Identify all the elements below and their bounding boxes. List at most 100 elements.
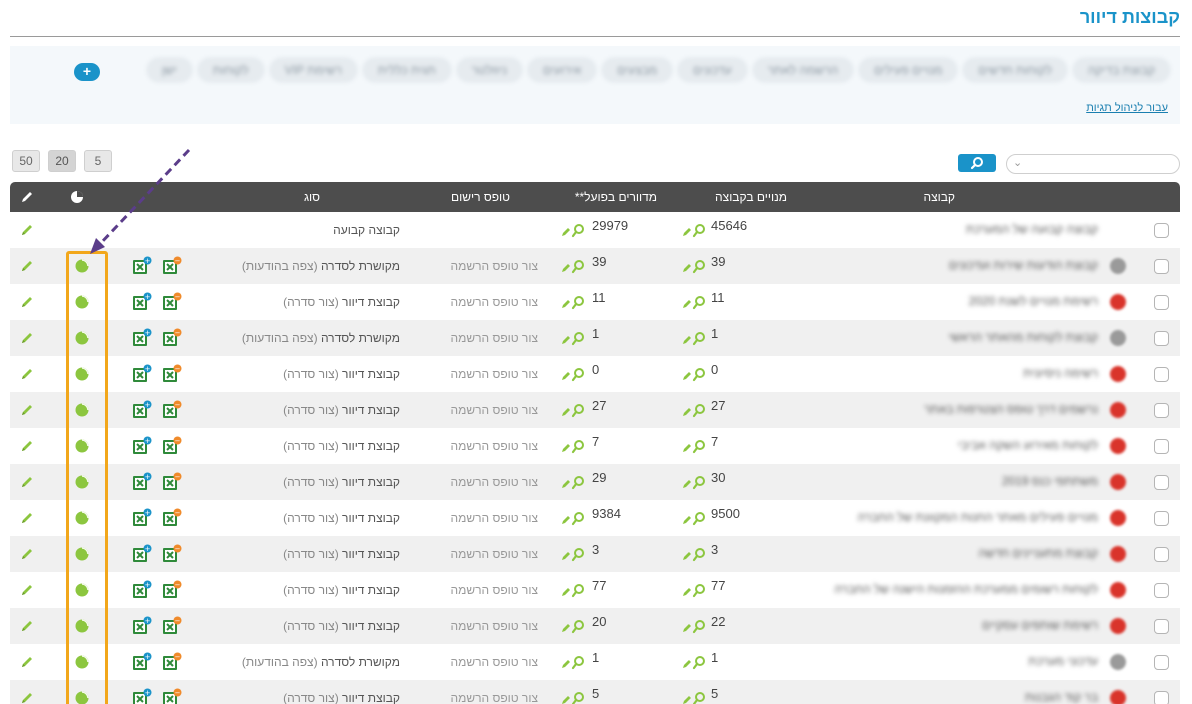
- row-checkbox[interactable]: [1154, 691, 1169, 704]
- pie-chart-icon[interactable]: [75, 403, 89, 417]
- subscribers-edit-search-icon[interactable]: [682, 582, 710, 598]
- pie-chart-icon[interactable]: [75, 655, 89, 669]
- row-checkbox[interactable]: [1154, 367, 1169, 382]
- pencil-icon[interactable]: [20, 259, 34, 273]
- mailed-edit-search-icon[interactable]: [561, 618, 589, 634]
- excel-add-icon[interactable]: +: [132, 652, 152, 672]
- pencil-icon[interactable]: [20, 223, 34, 237]
- subscribers-edit-search-icon[interactable]: [682, 402, 710, 418]
- mailed-edit-search-icon[interactable]: [561, 438, 589, 454]
- excel-add-icon[interactable]: +: [132, 616, 152, 636]
- pencil-icon[interactable]: [20, 511, 34, 525]
- mailed-edit-search-icon[interactable]: [561, 330, 589, 346]
- tag-chip[interactable]: רשימת VIP: [269, 58, 357, 82]
- group-type-action[interactable]: (צור סדרה): [283, 511, 339, 525]
- mailed-edit-search-icon[interactable]: [561, 294, 589, 310]
- tag-chip[interactable]: ניוזלטר: [456, 58, 523, 82]
- group-name[interactable]: עדכוני מערכת: [1028, 654, 1098, 668]
- group-name[interactable]: מנויים פעילים מאתר החנות המקוונת של החבר…: [858, 510, 1099, 524]
- group-name[interactable]: משתתפי כנס 2019: [1002, 474, 1098, 488]
- pencil-icon[interactable]: [20, 439, 34, 453]
- mailed-edit-search-icon[interactable]: [561, 582, 589, 598]
- mailed-edit-search-icon[interactable]: [561, 474, 589, 490]
- create-reg-form-link[interactable]: צור טופס הרשמה: [451, 655, 539, 669]
- subscribers-edit-search-icon[interactable]: [682, 654, 710, 670]
- tag-chip[interactable]: אירועים: [528, 58, 597, 82]
- excel-remove-icon[interactable]: −: [162, 436, 182, 456]
- pie-chart-icon[interactable]: [75, 547, 89, 561]
- pencil-icon[interactable]: [20, 619, 34, 633]
- create-reg-form-link[interactable]: צור טופס הרשמה: [451, 619, 539, 633]
- excel-remove-icon[interactable]: −: [162, 652, 182, 672]
- excel-add-icon[interactable]: +: [132, 436, 152, 456]
- pencil-icon[interactable]: [20, 691, 34, 704]
- row-checkbox[interactable]: [1154, 619, 1169, 634]
- pie-chart-icon[interactable]: [75, 259, 89, 273]
- group-name[interactable]: קבוצת מתעניינים חדשה: [978, 546, 1098, 560]
- group-type-action[interactable]: (צפה בהודעות): [242, 259, 318, 273]
- tag-chip[interactable]: הרשמה לאתר: [752, 58, 854, 82]
- mailed-edit-search-icon[interactable]: [561, 402, 589, 418]
- group-name[interactable]: קבוצת לקוחות מהאתר הראשי: [949, 330, 1098, 344]
- col-subscribers[interactable]: מנויים בקבוצה: [715, 190, 787, 204]
- row-checkbox[interactable]: [1154, 223, 1169, 238]
- page-size-20[interactable]: 20: [48, 150, 76, 172]
- group-name[interactable]: רשימת שותפים עסקיים: [982, 618, 1098, 632]
- pie-chart-icon[interactable]: [75, 439, 89, 453]
- pie-chart-icon[interactable]: [75, 619, 89, 633]
- col-mailed[interactable]: מדוורים בפועל**: [575, 190, 657, 204]
- excel-add-icon[interactable]: +: [132, 364, 152, 384]
- row-checkbox[interactable]: [1154, 295, 1169, 310]
- page-size-50[interactable]: 50: [12, 150, 40, 172]
- excel-add-icon[interactable]: +: [132, 472, 152, 492]
- pencil-icon[interactable]: [20, 475, 34, 489]
- mailed-edit-search-icon[interactable]: [561, 510, 589, 526]
- tag-chip[interactable]: ישן: [146, 58, 192, 82]
- pie-chart-icon[interactable]: [75, 583, 89, 597]
- group-type-action[interactable]: (צור סדרה): [283, 619, 339, 633]
- group-type-action[interactable]: (צור סדרה): [283, 295, 339, 309]
- excel-add-icon[interactable]: +: [132, 400, 152, 420]
- col-group[interactable]: קבוצה: [923, 190, 955, 204]
- subscribers-edit-search-icon[interactable]: [682, 690, 710, 704]
- group-type-action[interactable]: (צפה בהודעות): [242, 331, 318, 345]
- subscribers-edit-search-icon[interactable]: [682, 330, 710, 346]
- mailed-edit-search-icon[interactable]: [561, 258, 589, 274]
- tag-chip[interactable]: לקוחות: [197, 58, 264, 82]
- group-name[interactable]: לקוחות מאירוע השקה אביבי: [958, 438, 1098, 452]
- group-type-action[interactable]: (צור סדרה): [283, 547, 339, 561]
- excel-remove-icon[interactable]: −: [162, 508, 182, 528]
- create-reg-form-link[interactable]: צור טופס הרשמה: [451, 691, 539, 704]
- row-checkbox[interactable]: [1154, 475, 1169, 490]
- row-checkbox[interactable]: [1154, 331, 1169, 346]
- group-type-action[interactable]: (צפה בהודעות): [242, 655, 318, 669]
- group-name[interactable]: רשימה ניסיונית: [1023, 366, 1098, 380]
- create-reg-form-link[interactable]: צור טופס הרשמה: [451, 403, 539, 417]
- page-size-5[interactable]: 5: [84, 150, 112, 172]
- pie-chart-icon[interactable]: [75, 331, 89, 345]
- excel-remove-icon[interactable]: −: [162, 472, 182, 492]
- excel-add-icon[interactable]: +: [132, 256, 152, 276]
- search-button[interactable]: [958, 154, 996, 172]
- subscribers-edit-search-icon[interactable]: [682, 222, 710, 238]
- pencil-icon[interactable]: [20, 295, 34, 309]
- subscribers-edit-search-icon[interactable]: [682, 258, 710, 274]
- excel-remove-icon[interactable]: −: [162, 328, 182, 348]
- create-reg-form-link[interactable]: צור טופס הרשמה: [451, 331, 539, 345]
- excel-remove-icon[interactable]: −: [162, 292, 182, 312]
- tag-chip[interactable]: מבצעים: [602, 58, 673, 82]
- excel-remove-icon[interactable]: −: [162, 616, 182, 636]
- excel-add-icon[interactable]: +: [132, 544, 152, 564]
- pie-chart-icon[interactable]: [75, 691, 89, 704]
- group-name[interactable]: קבוצה קבועה של המערכת: [966, 222, 1098, 236]
- create-reg-form-link[interactable]: צור טופס הרשמה: [451, 439, 539, 453]
- subscribers-edit-search-icon[interactable]: [682, 618, 710, 634]
- row-checkbox[interactable]: [1154, 547, 1169, 562]
- add-tag-button[interactable]: +: [74, 63, 100, 81]
- group-type-action[interactable]: (צור סדרה): [283, 691, 339, 704]
- create-reg-form-link[interactable]: צור טופס הרשמה: [451, 259, 539, 273]
- pie-chart-icon[interactable]: [75, 367, 89, 381]
- pencil-icon[interactable]: [20, 367, 34, 381]
- group-name[interactable]: רשימת מנויים לשנת 2020: [969, 294, 1098, 308]
- create-reg-form-link[interactable]: צור טופס הרשמה: [451, 547, 539, 561]
